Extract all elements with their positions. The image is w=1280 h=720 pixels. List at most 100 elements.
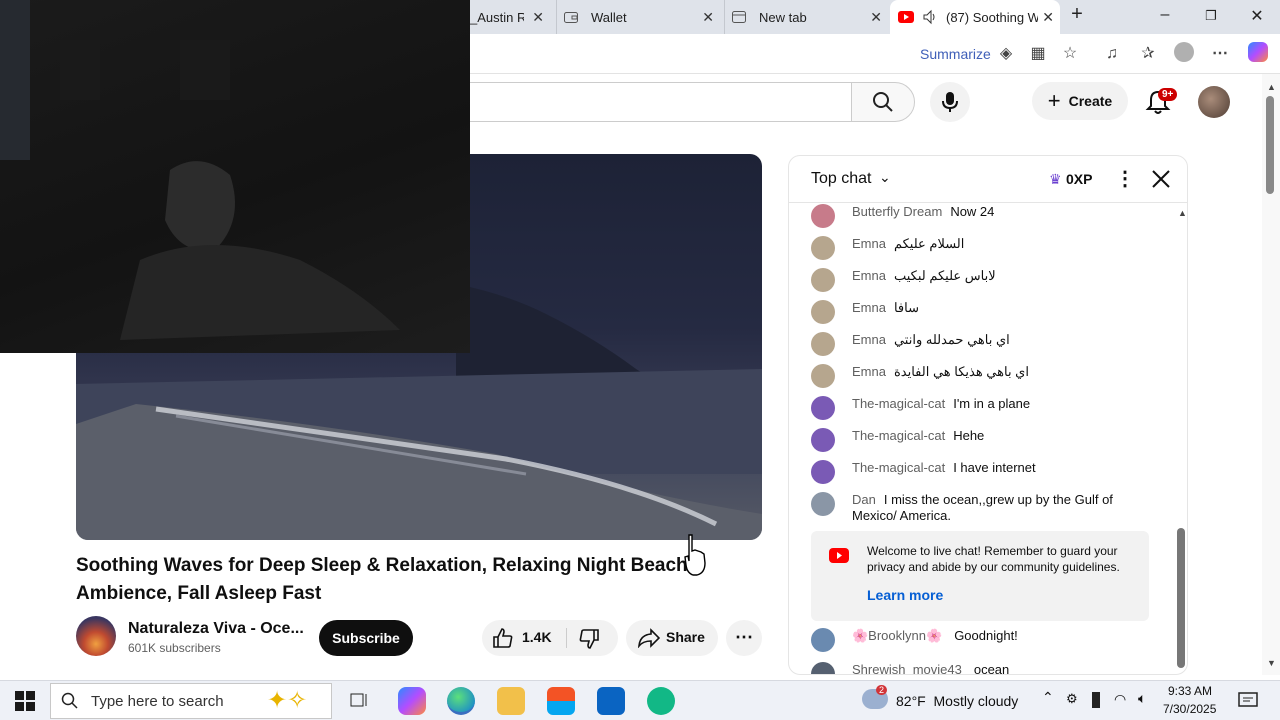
taskbar-search-input[interactable]: Type here to search ✦✧ bbox=[50, 683, 332, 719]
create-button[interactable]: + Create bbox=[1032, 82, 1128, 120]
chat-mode-selector[interactable]: Top chat bbox=[811, 170, 871, 188]
chat-author-avatar[interactable] bbox=[811, 396, 835, 420]
like-count[interactable]: 1.4K bbox=[522, 629, 552, 645]
scroll-thumb[interactable] bbox=[1266, 96, 1274, 194]
chat-message[interactable]: Dan I miss the ocean,,grew up by the Gulf… bbox=[811, 492, 1141, 524]
page-scrollbar[interactable]: ▲ ▼ bbox=[1262, 74, 1280, 675]
edge-browser-icon[interactable] bbox=[447, 687, 475, 715]
profile-icon[interactable] bbox=[1172, 42, 1196, 66]
chat-message[interactable]: Shrewish_movie43 ocean bbox=[811, 662, 1141, 674]
chat-author-name[interactable]: Butterfly Dream bbox=[852, 204, 942, 219]
chat-message[interactable]: The-magical-cat Hehe bbox=[811, 428, 1141, 452]
chat-author-avatar[interactable] bbox=[811, 492, 835, 516]
favorite-star-icon[interactable]: ☆ bbox=[1058, 42, 1082, 66]
summarize-button[interactable]: Summarize bbox=[920, 46, 991, 62]
notification-center-icon[interactable] bbox=[1238, 692, 1258, 710]
chat-author-avatar[interactable] bbox=[811, 364, 835, 388]
chat-author-name[interactable]: 🌸Brooklynn🌸 bbox=[852, 628, 942, 652]
close-icon[interactable]: ✕ bbox=[870, 9, 882, 26]
volume-icon[interactable]: 🔈︎ bbox=[1138, 690, 1146, 707]
chat-author-name[interactable]: Emna bbox=[852, 364, 886, 379]
copilot-icon[interactable] bbox=[1246, 42, 1270, 66]
weather-text[interactable]: 82°F Mostly cloudy bbox=[896, 693, 1018, 709]
chat-author-avatar[interactable] bbox=[811, 460, 835, 484]
apps-icon[interactable]: ▦ bbox=[1026, 42, 1050, 66]
chat-author-avatar[interactable] bbox=[811, 628, 835, 652]
chat-message[interactable]: Emna اي باهي هذيكا هي الفايدة bbox=[811, 364, 1141, 388]
chat-scrollbar[interactable]: ▲ bbox=[1177, 208, 1187, 674]
chat-author-name[interactable]: Dan bbox=[852, 492, 876, 507]
tab-wallet[interactable]: Wallet ✕ bbox=[556, 0, 720, 34]
dislike-icon[interactable] bbox=[578, 628, 600, 650]
more-actions-button[interactable]: ⋯ bbox=[726, 620, 762, 656]
app-icon[interactable] bbox=[647, 687, 675, 715]
tab-austin[interactable]: _Austin Re ✕ bbox=[470, 0, 550, 34]
pip-video-overlay[interactable] bbox=[0, 0, 470, 353]
minimize-button[interactable]: – bbox=[1150, 6, 1180, 28]
chat-author-name[interactable]: The-magical-cat bbox=[852, 460, 945, 475]
copilot-app-icon[interactable] bbox=[398, 687, 426, 715]
chat-author-avatar[interactable] bbox=[811, 268, 835, 292]
share-button[interactable]: Share bbox=[626, 620, 718, 656]
task-view-icon[interactable] bbox=[349, 691, 371, 711]
chevron-up-icon[interactable]: ⌃ bbox=[1042, 689, 1054, 706]
scroll-down-icon[interactable]: ▼ bbox=[1267, 658, 1276, 668]
wifi-icon[interactable]: ◠ bbox=[1114, 691, 1126, 708]
file-explorer-icon[interactable] bbox=[497, 687, 525, 715]
chat-author-name[interactable]: The-magical-cat bbox=[852, 396, 945, 411]
new-tab-button[interactable]: + bbox=[1062, 3, 1092, 25]
chat-author-avatar[interactable] bbox=[811, 300, 835, 324]
chat-author-avatar[interactable] bbox=[811, 204, 835, 228]
windows-start-icon[interactable] bbox=[15, 691, 35, 711]
close-icon[interactable] bbox=[1151, 169, 1171, 189]
chat-author-avatar[interactable] bbox=[811, 428, 835, 452]
chat-author-name[interactable]: Shrewish_movie43 bbox=[852, 662, 962, 674]
clock-time[interactable]: 9:33 AM bbox=[1168, 684, 1212, 698]
chat-message[interactable]: Butterfly Dream Now 24 bbox=[811, 204, 1141, 228]
search-button[interactable] bbox=[851, 82, 915, 122]
favorites-icon[interactable]: ✰ bbox=[1136, 42, 1160, 66]
voice-search-button[interactable] bbox=[930, 82, 970, 122]
tab-new-tab[interactable]: New tab ✕ bbox=[724, 0, 888, 34]
subscribe-button[interactable]: Subscribe bbox=[319, 620, 413, 656]
chat-author-name[interactable]: The-magical-cat bbox=[852, 428, 945, 443]
close-window-button[interactable]: ✕ bbox=[1242, 6, 1272, 28]
chat-author-name[interactable]: Emna bbox=[852, 332, 886, 347]
chat-author-name[interactable]: Emna bbox=[852, 300, 886, 315]
tab-youtube[interactable]: (87) Soothing W ✕ bbox=[890, 0, 1060, 34]
scroll-up-icon[interactable]: ▲ bbox=[1267, 82, 1276, 92]
close-icon[interactable]: ✕ bbox=[532, 9, 544, 26]
chat-author-avatar[interactable] bbox=[811, 662, 835, 674]
close-icon[interactable]: ✕ bbox=[702, 9, 714, 26]
chat-message[interactable]: Emna اي باهي حمدلله وانتي bbox=[811, 332, 1141, 356]
clock-date[interactable]: 7/30/2025 bbox=[1163, 702, 1216, 716]
microsoft-store-icon[interactable] bbox=[547, 687, 575, 715]
speaker-icon[interactable] bbox=[922, 9, 938, 25]
chat-author-avatar[interactable] bbox=[811, 236, 835, 260]
xp-label[interactable]: 0XP bbox=[1066, 171, 1092, 187]
channel-avatar[interactable] bbox=[76, 616, 116, 656]
chat-message[interactable]: Emna سافا bbox=[811, 300, 1141, 324]
chat-author-name[interactable]: Emna bbox=[852, 268, 886, 283]
scroll-thumb[interactable] bbox=[1177, 528, 1185, 668]
restore-button[interactable]: ❐ bbox=[1196, 8, 1226, 30]
extensions-icon[interactable]: ♫ bbox=[1100, 42, 1124, 66]
chat-message[interactable]: 🌸Brooklynn🌸 Goodnight! bbox=[811, 628, 1141, 652]
chat-author-name[interactable]: Emna bbox=[852, 236, 886, 251]
channel-name[interactable]: Naturaleza Viva - Oce... bbox=[128, 620, 304, 638]
user-avatar[interactable] bbox=[1198, 86, 1230, 118]
search-input[interactable] bbox=[440, 82, 852, 122]
like-icon[interactable] bbox=[492, 627, 514, 649]
scroll-up-icon[interactable]: ▲ bbox=[1178, 208, 1187, 218]
chevron-down-icon[interactable]: ⌄ bbox=[879, 169, 891, 186]
close-icon[interactable]: ✕ bbox=[1042, 9, 1054, 26]
chat-message[interactable]: The-magical-cat I'm in a plane bbox=[811, 396, 1141, 420]
chat-more-icon[interactable]: ⋮ bbox=[1115, 166, 1135, 191]
learn-more-link[interactable]: Learn more bbox=[867, 587, 943, 603]
more-menu-icon[interactable]: ⋯ bbox=[1208, 42, 1232, 66]
outlook-icon[interactable] bbox=[597, 687, 625, 715]
chat-author-avatar[interactable] bbox=[811, 332, 835, 356]
tray-app-icon[interactable]: ⚙ bbox=[1066, 691, 1078, 707]
read-aloud-icon[interactable]: ◈ bbox=[994, 42, 1018, 66]
chat-message[interactable]: The-magical-cat I have internet bbox=[811, 460, 1141, 484]
